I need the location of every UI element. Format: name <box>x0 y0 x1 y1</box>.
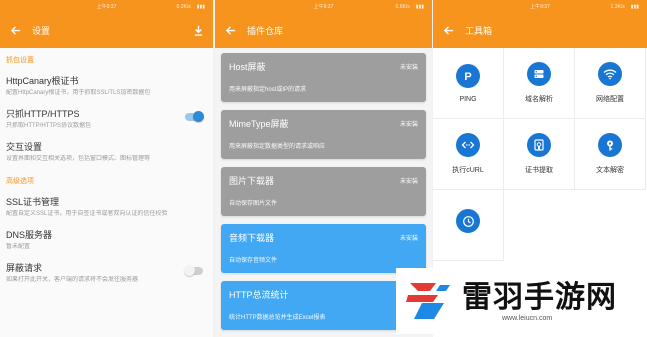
setting-subtitle: 暂未配置 <box>6 244 31 250</box>
section-advanced-options: 高级选项 <box>6 178 34 185</box>
key-icon <box>598 133 622 157</box>
setting-subtitle: 只抓取HTTP/HTTPS协议数据包 <box>6 123 91 129</box>
plugin-description: 统计HTTP数据总览并生成Excel报表 <box>229 315 326 321</box>
plugin-name: HTTP总流统计 <box>229 290 289 300</box>
back-arrow-icon[interactable] <box>223 24 237 38</box>
dns-icon <box>527 62 551 86</box>
watermark-logo-icon <box>406 283 450 319</box>
setting-subtitle: 配置自定义SSL证书，用于自签证书或者双向认证的信任校验 <box>6 211 168 217</box>
plugin-name: MimeType屏蔽 <box>229 119 289 129</box>
back-arrow-icon[interactable] <box>8 24 22 38</box>
tool-text-decrypt[interactable]: 文本解密 <box>575 119 646 190</box>
tool-network-config[interactable]: 网络配置 <box>575 48 646 119</box>
tool-run-curl[interactable]: 执行cURL <box>433 119 504 190</box>
plugin-install-state: 未安装 <box>399 236 418 242</box>
download-icon[interactable] <box>191 24 205 38</box>
page-title: 工具箱 <box>465 26 493 36</box>
site-watermark: 雷羽手游网 www.leiucn.com <box>396 268 642 334</box>
tool-label: PING <box>459 95 477 103</box>
setting-http-only[interactable]: 只抓HTTP/HTTPS 只抓取HTTP/HTTPS协议数据包 <box>0 103 213 136</box>
plugin-description: 用来屏蔽指定数据类型的请求或响应 <box>229 144 326 150</box>
network-speed: 0.2K/s <box>176 3 191 10</box>
tool-grid: P PING 域名解析 网络配置 执行cURL 证书提取 文本解密 <box>433 48 647 261</box>
watermark-url: www.leiucn.com <box>502 314 553 322</box>
setting-interaction[interactable]: 交互设置 设置界面和交互相关选项，包括窗口模式、图标管理等 <box>0 136 213 169</box>
plugin-name: 图片下载器 <box>229 176 275 186</box>
signal-icon: ▮▮▮ <box>196 3 205 10</box>
status-bar: 上午9:37 0.6K/s ▮▮▮ <box>215 0 432 13</box>
back-arrow-icon[interactable] <box>441 24 455 38</box>
signal-icon: ▮▮▮ <box>415 3 424 10</box>
plugin-install-state: 未安装 <box>399 179 418 185</box>
tool-label: 网络配置 <box>596 96 624 103</box>
plugin-description: 自动保存音频文件 <box>229 258 278 264</box>
setting-dns-server[interactable]: DNS服务器 暂未配置 <box>0 224 213 257</box>
setting-subtitle: 配置HttpCanary根证书，用于抓取SSL/TLS加密数据包 <box>6 90 151 96</box>
network-speed: 1.3K/s <box>610 3 625 10</box>
tool-ping[interactable]: P PING <box>433 48 504 119</box>
setting-title: 只抓HTTP/HTTPS <box>6 109 80 119</box>
status-bar: 上午9:37 1.3K/s ▮▮▮ <box>433 0 647 13</box>
setting-root-certificate[interactable]: HttpCanary根证书 配置HttpCanary根证书，用于抓取SSL/TL… <box>0 70 213 103</box>
network-speed: 0.6K/s <box>395 3 410 10</box>
setting-block-requests[interactable]: 屏蔽请求 如果打开此开关，客户端的请求将不会发往服务器 <box>0 257 213 290</box>
setting-title: DNS服务器 <box>6 230 53 240</box>
setting-title: 交互设置 <box>6 142 43 152</box>
plugin-card-image-downloader[interactable]: 图片下载器 自动保存图片文件 未安装 <box>221 167 426 216</box>
setting-title: HttpCanary根证书 <box>6 76 79 86</box>
tool-history[interactable] <box>433 190 504 261</box>
plugin-card-host-block[interactable]: Host屏蔽 用来屏蔽指定host或IP的请求 未安装 <box>221 53 426 102</box>
section-capture-settings: 抓包设置 <box>6 57 34 64</box>
wifi-icon <box>598 62 622 86</box>
tool-label: 证书提取 <box>525 167 553 174</box>
page-title: 设置 <box>32 26 51 36</box>
setting-ssl-certificate[interactable]: SSL证书管理 配置自定义SSL证书，用于自签证书或者双向认证的信任校验 <box>0 191 213 224</box>
certificate-icon <box>527 133 551 157</box>
setting-subtitle: 如果打开此开关，客户端的请求将不会发往服务器 <box>6 277 139 283</box>
plugin-card-audio-downloader[interactable]: 音频下载器 自动保存音频文件 未安装 <box>221 224 426 273</box>
clock-icon <box>456 209 480 233</box>
ping-icon: P <box>456 63 480 88</box>
plugin-install-state: 未安装 <box>399 65 418 71</box>
status-time: 上午9:37 <box>530 4 550 10</box>
plugin-name: Host屏蔽 <box>229 62 266 72</box>
svg-text:P: P <box>464 71 471 83</box>
tool-label: 文本解密 <box>596 167 624 174</box>
http-only-toggle[interactable] <box>185 111 204 122</box>
setting-title: SSL证书管理 <box>6 197 60 207</box>
toggle-knob <box>193 111 204 122</box>
status-bar: 上午9:37 0.2K/s ▮▮▮ <box>0 0 213 13</box>
app-bar: 插件仓库 <box>215 13 432 48</box>
status-time: 上午9:37 <box>96 4 117 10</box>
signal-icon: ▮▮▮ <box>630 3 639 10</box>
app-bar: 工具箱 <box>433 13 647 48</box>
setting-title: 屏蔽请求 <box>6 263 43 273</box>
code-icon <box>456 133 480 157</box>
plugin-name: 音频下载器 <box>229 233 275 243</box>
setting-subtitle: 设置界面和交互相关选项，包括窗口模式、图标管理等 <box>6 156 151 162</box>
app-bar: 设置 <box>0 13 213 48</box>
plugin-description: 用来屏蔽指定host或IP的请求 <box>229 87 307 93</box>
tool-label: 域名解析 <box>525 96 553 103</box>
plugin-description: 自动保存图片文件 <box>229 201 278 207</box>
plugin-card-mimetype-block[interactable]: MimeType屏蔽 用来屏蔽指定数据类型的请求或响应 未安装 <box>221 110 426 159</box>
watermark-text: 雷羽手游网 <box>462 279 617 315</box>
toggle-knob <box>184 265 195 276</box>
tool-dns-lookup[interactable]: 域名解析 <box>504 48 575 119</box>
plugin-install-state: 未安装 <box>399 122 418 128</box>
tool-label: 执行cURL <box>452 167 484 174</box>
settings-screen: 上午9:37 0.2K/s ▮▮▮ 设置 抓包设置 HttpCanary根证书 … <box>0 0 213 337</box>
tool-certificate-extract[interactable]: 证书提取 <box>504 119 575 190</box>
status-time: 上午9:37 <box>313 4 334 10</box>
block-requests-toggle[interactable] <box>184 265 203 276</box>
page-title: 插件仓库 <box>247 26 284 36</box>
